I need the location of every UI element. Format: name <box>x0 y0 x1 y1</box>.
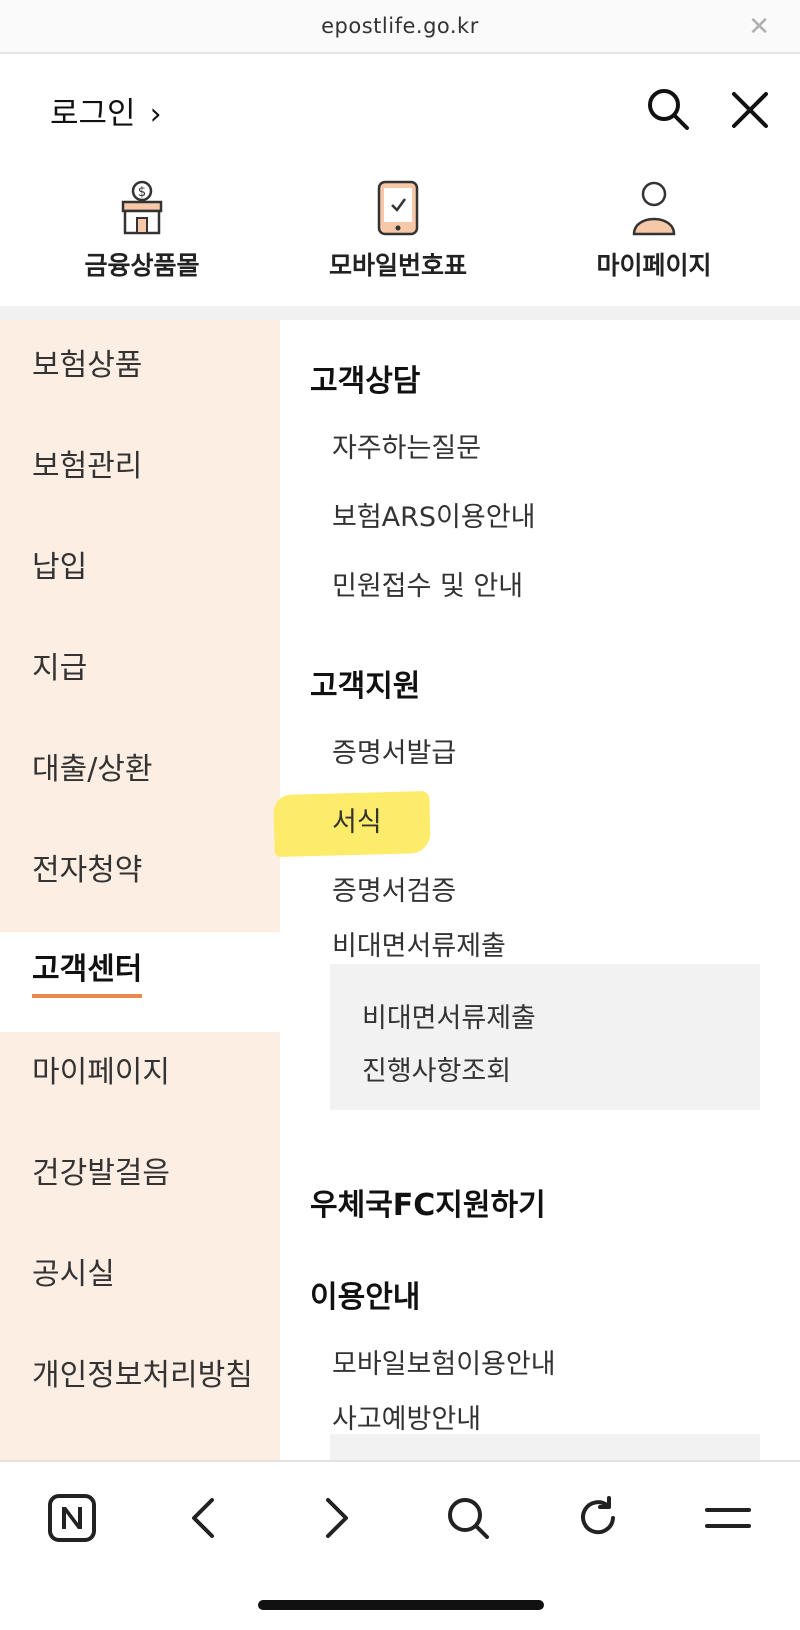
section-title-guide: 이용안내 <box>310 1280 421 1315</box>
nav-background <box>0 1032 280 1460</box>
menu-item-forms[interactable]: 서식 <box>332 800 382 839</box>
menu-item-certificate-issue[interactable]: 증명서발급 <box>332 731 456 770</box>
browser-toolbar <box>0 1460 800 1630</box>
menu-item-complaints[interactable]: 민원접수 및 안내 <box>332 564 523 603</box>
submenu-box <box>330 1434 760 1460</box>
chevron-right-icon: › <box>149 97 162 132</box>
section-title-support: 고객지원 <box>310 669 421 704</box>
home-indicator <box>258 1600 544 1610</box>
search-icon[interactable] <box>645 86 691 132</box>
forward-icon[interactable] <box>306 1488 366 1548</box>
menu-item-mobile-insurance-guide[interactable]: 모바일보험이용안내 <box>332 1342 556 1381</box>
left-nav: 보험상품 보험관리 납입 지급 대출/상환 전자청약 고객센터 마이페이지 건강… <box>0 320 280 1460</box>
nav-item-health-walk[interactable]: 건강발걸음 <box>32 1148 170 1192</box>
close-icon[interactable] <box>730 90 770 130</box>
quick-link-shop[interactable]: $ 금융상품몰 <box>32 180 252 282</box>
nav-item-insurance-management[interactable]: 보험관리 <box>32 441 142 485</box>
nav-item-disclosure[interactable]: 공시실 <box>32 1249 115 1293</box>
menu-icon[interactable] <box>698 1488 758 1548</box>
login-link[interactable]: 로그인 › <box>50 88 162 133</box>
active-underline <box>32 994 143 998</box>
nav-item-privacy-policy[interactable]: 개인정보처리방침 <box>32 1350 253 1394</box>
submenu-item-remote-docs-submit[interactable]: 비대면서류제출 <box>362 996 536 1035</box>
login-label: 로그인 <box>50 96 136 132</box>
nav-item-claims[interactable]: 지급 <box>32 643 87 687</box>
naver-icon[interactable] <box>42 1488 102 1548</box>
nav-item-e-subscription[interactable]: 전자청약 <box>32 845 142 889</box>
nav-item-insurance-products[interactable]: 보험상품 <box>32 340 142 384</box>
mobile-ticket-icon <box>377 180 419 236</box>
section-title-fc-support[interactable]: 우체국FC지원하기 <box>310 1180 546 1224</box>
person-icon <box>632 181 676 236</box>
menu-item-remote-docs[interactable]: 비대면서류제출 <box>332 924 506 963</box>
menu-item-accident-prevention[interactable]: 사고예방안내 <box>332 1397 481 1436</box>
browser-url-bar[interactable]: epostlife.go.kr ✕ <box>0 0 800 54</box>
section-divider <box>0 306 800 320</box>
back-icon[interactable] <box>174 1488 234 1548</box>
menu-item-ars-guide[interactable]: 보험ARS이용안내 <box>332 495 535 534</box>
svg-text:$: $ <box>138 185 146 200</box>
close-icon[interactable]: ✕ <box>748 12 770 42</box>
submenu-item-progress-inquiry[interactable]: 진행사항조회 <box>362 1049 511 1088</box>
nav-item-label: 고객센터 <box>32 952 143 987</box>
quick-link-label: 모바일번호표 <box>328 251 467 280</box>
nav-item-customer-center[interactable]: 고객센터 <box>32 944 143 998</box>
nav-item-mypage[interactable]: 마이페이지 <box>32 1047 170 1091</box>
search-icon[interactable] <box>438 1488 498 1548</box>
refresh-icon[interactable] <box>568 1488 628 1548</box>
submenu-box <box>330 964 760 1110</box>
shop-icon: $ <box>121 180 163 235</box>
quick-link-label: 금융상품몰 <box>84 251 200 280</box>
quick-link-label: 마이페이지 <box>596 251 712 280</box>
quick-link-mypage[interactable]: 마이페이지 <box>544 180 764 282</box>
section-title-consultation: 고객상담 <box>310 364 421 399</box>
nav-item-payment[interactable]: 납입 <box>32 542 87 586</box>
menu-item-faq[interactable]: 자주하는질문 <box>332 426 481 465</box>
quick-link-mobile-ticket[interactable]: 모바일번호표 <box>288 180 508 282</box>
nav-background <box>0 320 280 932</box>
menu-item-certificate-verify[interactable]: 증명서검증 <box>332 869 456 908</box>
nav-item-loan-repayment[interactable]: 대출/상환 <box>32 744 153 788</box>
url-text[interactable]: epostlife.go.kr <box>0 14 800 38</box>
